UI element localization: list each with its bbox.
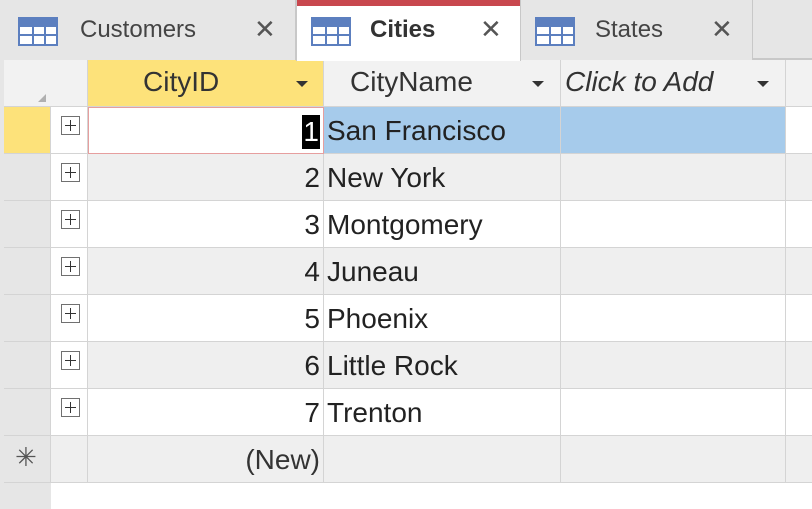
cell-value: 5 (304, 303, 320, 334)
column-header-click-to-add[interactable]: Click to Add (561, 60, 786, 107)
active-tab-accent (297, 0, 520, 6)
dropdown-arrow-icon[interactable] (757, 81, 769, 87)
cell-value: Juneau (327, 256, 419, 287)
tab-states[interactable]: States ✕ (521, 0, 753, 60)
cell-value: (New) (245, 444, 320, 475)
selector-column-filler (4, 483, 51, 509)
new-cityname-cell[interactable] (324, 436, 561, 483)
row-filler (786, 248, 812, 295)
new-row-expander-cell (51, 436, 88, 483)
add-column-cell[interactable] (561, 154, 786, 201)
cell-value: 4 (304, 256, 320, 287)
row-filler (786, 201, 812, 248)
subdatasheet-expander-cell (51, 248, 88, 295)
close-icon[interactable]: ✕ (711, 14, 733, 44)
tab-customers[interactable]: Customers ✕ (0, 0, 296, 60)
header-filler (786, 60, 812, 107)
plus-expander-icon[interactable] (61, 116, 80, 135)
column-header-label: CityID (143, 66, 220, 97)
add-column-cell[interactable] (561, 107, 786, 154)
cityid-cell[interactable]: 7 (88, 389, 324, 436)
datasheet-grid: CityID CityName Click to Add 1 San Franc… (0, 60, 812, 509)
add-column-cell[interactable] (561, 389, 786, 436)
dropdown-arrow-icon[interactable] (296, 81, 308, 87)
cityname-cell[interactable]: Phoenix (324, 295, 561, 342)
empty-datasheet-area (51, 483, 812, 509)
cityname-cell[interactable]: Little Rock (324, 342, 561, 389)
subdatasheet-expander-cell (51, 201, 88, 248)
close-icon[interactable]: ✕ (254, 14, 276, 44)
table-icon (535, 17, 575, 46)
add-column-cell[interactable] (561, 248, 786, 295)
new-add-column-cell[interactable] (561, 436, 786, 483)
cell-value: New York (327, 162, 446, 193)
table-icon (18, 17, 58, 46)
cityname-cell[interactable]: San Francisco (324, 107, 561, 154)
row-filler (786, 436, 812, 483)
cityid-cell[interactable]: 2 (88, 154, 324, 201)
add-column-cell[interactable] (561, 342, 786, 389)
subdatasheet-expander-cell (51, 389, 88, 436)
cell-value: 3 (304, 209, 320, 240)
cityname-cell[interactable]: Trenton (324, 389, 561, 436)
subdatasheet-expander-cell (51, 107, 88, 154)
select-all-corner[interactable] (4, 60, 88, 107)
tab-cities[interactable]: Cities ✕ (296, 0, 521, 61)
cell-value: Little Rock (327, 350, 458, 381)
column-header-cityid[interactable]: CityID (88, 60, 324, 107)
cell-value: 2 (304, 162, 320, 193)
record-selector[interactable] (4, 295, 51, 342)
close-icon[interactable]: ✕ (480, 14, 502, 44)
column-header-cityname[interactable]: CityName (324, 60, 561, 107)
plus-expander-icon[interactable] (61, 398, 80, 417)
cell-value: Montgomery (327, 209, 483, 240)
asterisk-icon: ✳ (15, 442, 37, 472)
plus-expander-icon[interactable] (61, 210, 80, 229)
tab-customers-label: Customers (80, 16, 197, 43)
subdatasheet-expander-cell (51, 154, 88, 201)
document-tabs: Customers ✕ Cities ✕ States ✕ (0, 0, 812, 61)
record-selector[interactable] (4, 107, 51, 154)
plus-expander-icon[interactable] (61, 163, 80, 182)
cityid-cell[interactable]: 1 (88, 107, 324, 154)
row-filler (786, 295, 812, 342)
cityid-cell[interactable]: 6 (88, 342, 324, 389)
plus-expander-icon[interactable] (61, 304, 80, 323)
row-filler (786, 154, 812, 201)
cell-value: 7 (304, 397, 320, 428)
plus-expander-icon[interactable] (61, 351, 80, 370)
cityname-cell[interactable]: New York (324, 154, 561, 201)
dropdown-arrow-icon[interactable] (532, 81, 544, 87)
cell-value: Phoenix (327, 303, 429, 334)
column-header-label: Click to Add (565, 66, 714, 97)
plus-expander-icon[interactable] (61, 257, 80, 276)
cell-value: 6 (304, 350, 320, 381)
cityid-cell[interactable]: 3 (88, 201, 324, 248)
record-selector[interactable] (4, 342, 51, 389)
cityid-cell[interactable]: 4 (88, 248, 324, 295)
subdatasheet-expander-cell (51, 342, 88, 389)
new-cityid-cell[interactable]: (New) (88, 436, 324, 483)
add-column-cell[interactable] (561, 295, 786, 342)
tab-states-label: States (595, 16, 664, 43)
cell-value: San Francisco (327, 115, 506, 146)
row-filler (786, 107, 812, 154)
record-selector[interactable] (4, 154, 51, 201)
cityname-cell[interactable]: Montgomery (324, 201, 561, 248)
subdatasheet-expander-cell (51, 295, 88, 342)
tab-cities-label: Cities (370, 16, 436, 43)
record-selector[interactable] (4, 201, 51, 248)
add-column-cell[interactable] (561, 201, 786, 248)
cell-value: Trenton (327, 397, 423, 428)
new-record-selector[interactable]: ✳ (4, 436, 51, 483)
cityname-cell[interactable]: Juneau (324, 248, 561, 295)
row-filler (786, 389, 812, 436)
row-filler (786, 342, 812, 389)
table-icon (311, 17, 351, 46)
cityid-cell[interactable]: 5 (88, 295, 324, 342)
record-selector[interactable] (4, 389, 51, 436)
record-selector[interactable] (4, 248, 51, 295)
cell-value: 1 (302, 115, 320, 149)
column-header-label: CityName (350, 66, 473, 97)
